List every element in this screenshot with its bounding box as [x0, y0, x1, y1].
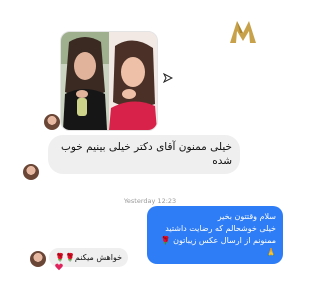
message-text: خیلی ممنون آقای دکتر خیلی بینیم خوب شده — [60, 141, 232, 167]
avatar[interactable] — [30, 251, 46, 267]
message-timestamp: Yesterday 12:23 — [123, 197, 177, 205]
message-line: سلام وقتتون بخیر — [217, 212, 276, 221]
message-line: خیلی خوشحالم که رضایت داشتید — [165, 224, 276, 233]
message-line: ممنونم از ارسال عکس زیباتون 🌹🙏 — [160, 236, 276, 257]
photo-left — [61, 32, 109, 130]
brand-logo-icon — [230, 21, 256, 43]
photo-right — [109, 32, 157, 130]
avatar[interactable] — [23, 164, 39, 180]
shared-photo-card[interactable] — [60, 31, 158, 131]
outgoing-message-bubble[interactable]: سلام وقتتون بخیر خیلی خوشحالم که رضایت د… — [147, 206, 283, 264]
incoming-message-bubble[interactable]: خیلی ممنون آقای دکتر خیلی بینیم خوب شده — [48, 135, 240, 174]
message-text: خواهش میکنم🌹🌹 — [55, 253, 123, 262]
heart-icon — [55, 263, 63, 271]
avatar[interactable] — [44, 114, 60, 130]
share-arrow-icon[interactable] — [163, 73, 173, 83]
